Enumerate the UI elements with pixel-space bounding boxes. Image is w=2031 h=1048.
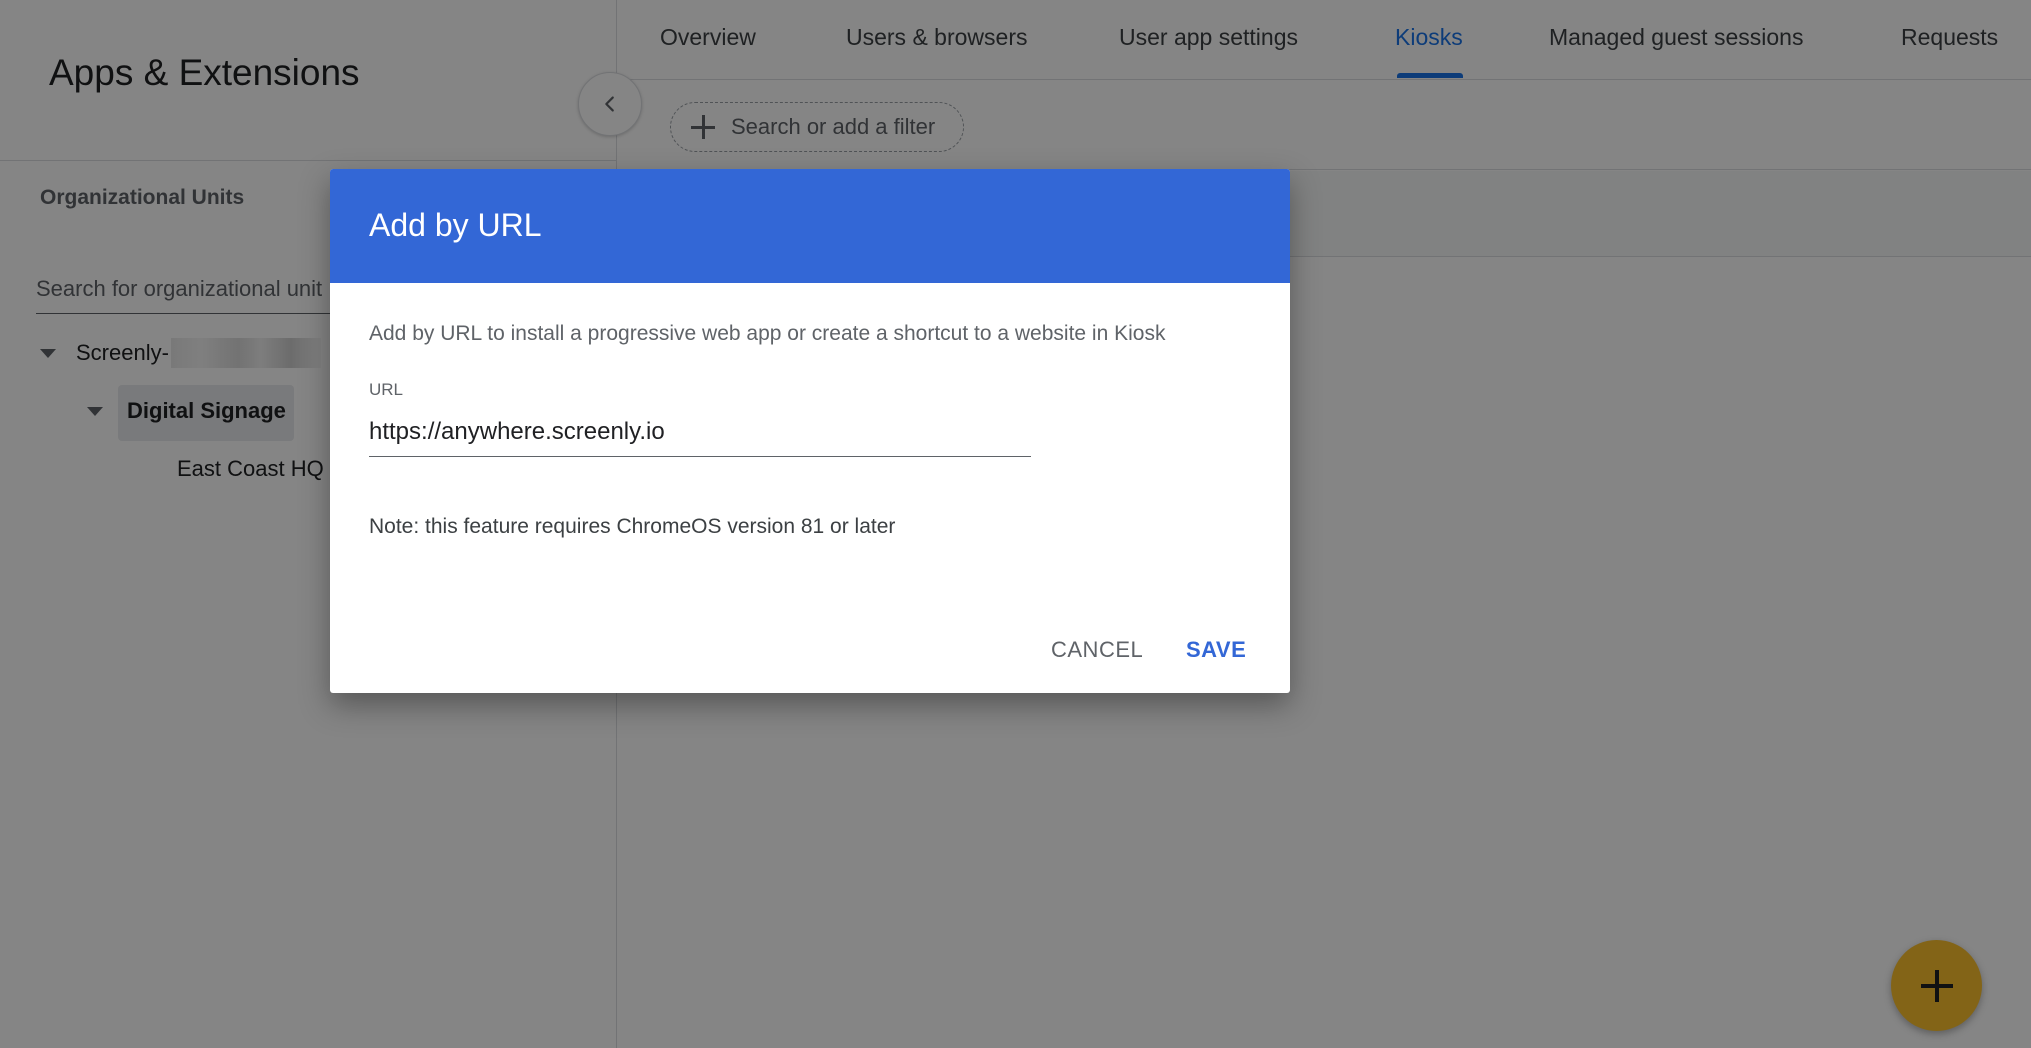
url-input[interactable] bbox=[369, 407, 1031, 457]
dialog-note: Note: this feature requires ChromeOS ver… bbox=[369, 515, 896, 538]
add-by-url-dialog: Add by URL Add by URL to install a progr… bbox=[330, 169, 1290, 693]
dialog-header: Add by URL bbox=[330, 169, 1290, 283]
dialog-description: Add by URL to install a progressive web … bbox=[369, 322, 1166, 345]
url-field-label: URL bbox=[369, 380, 404, 399]
dialog-title: Add by URL bbox=[369, 207, 542, 243]
cancel-button[interactable]: CANCEL bbox=[1051, 637, 1143, 663]
save-button[interactable]: SAVE bbox=[1186, 637, 1246, 663]
app-root: Apps & Extensions Organizational Units S… bbox=[0, 0, 2031, 1048]
